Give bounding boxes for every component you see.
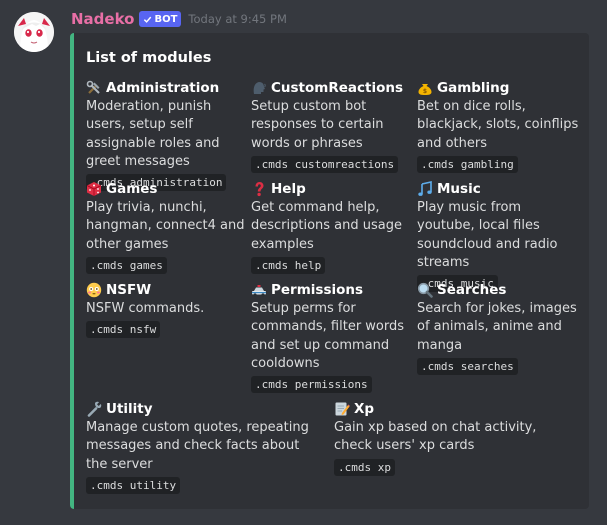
field-name: Searches [437, 282, 507, 298]
field-command: .cmds customreactions [251, 155, 399, 173]
music-notes-icon [418, 181, 432, 196]
field-name: NSFW [106, 282, 152, 298]
field-name: Permissions [271, 282, 364, 298]
field-description: Gain xp based on chat activity, check us… [334, 420, 537, 454]
field-utility: Utility Manage custom quotes, repeating … [86, 399, 314, 494]
avatar[interactable] [14, 12, 54, 52]
username[interactable]: Nadeko [71, 10, 134, 28]
field-description: Setup perms for commands, filter words a… [251, 301, 405, 371]
field-administration: Administration Moderation, punish users,… [86, 78, 246, 192]
field-command: .cmds nsfw [86, 321, 161, 339]
field-command: .cmds gambling [417, 155, 518, 173]
memo-icon [335, 402, 350, 416]
field-permissions: Permissions Setup perms for commands, fi… [251, 280, 411, 394]
checkmark-icon [144, 16, 152, 23]
field-music: Music Play music from youtube, local fil… [417, 179, 582, 293]
field-help: Help Get command help, descriptions and … [251, 179, 411, 274]
field-games: Games Play trivia, nunchi, hangman, conn… [86, 179, 246, 274]
field-description: Search for jokes, images of animals, ani… [417, 301, 577, 353]
timestamp: Today at 9:45 PM [188, 12, 287, 26]
avatar-image [14, 12, 54, 52]
wrench-icon [87, 401, 102, 417]
field-name: CustomReactions [271, 80, 404, 96]
message-header: Nadeko BOT Today at 9:45 PM [71, 9, 287, 29]
field-name: Utility [106, 401, 153, 417]
field-description: Moderation, punish users, setup self ass… [86, 99, 220, 169]
bot-badge: BOT [139, 11, 182, 27]
field-command: .cmds xp [334, 458, 395, 476]
bot-badge-label: BOT [154, 13, 178, 25]
police-car-icon [252, 285, 266, 297]
field-command: .cmds help [251, 256, 326, 274]
field-command: .cmds searches [417, 357, 518, 375]
field-name: Xp [354, 401, 375, 417]
game-die-icon [86, 182, 102, 196]
embed: List of modules Administration Moderatio… [70, 33, 589, 509]
field-description: Play music from youtube, local files sou… [417, 200, 558, 270]
field-description: Bet on dice rolls, blackjack, slots, coi… [417, 99, 579, 151]
svg-text:$: $ [423, 88, 427, 95]
field-name: Gambling [437, 80, 510, 96]
field-description: Play trivia, nunchi, hangman, connect4 a… [86, 200, 245, 252]
field-description: Manage custom quotes, repeating messages… [86, 420, 309, 472]
field-command: .cmds permissions [251, 376, 372, 394]
field-name: Administration [106, 80, 220, 96]
field-xp: Xp Gain xp based on chat activity, check… [334, 399, 564, 476]
field-description: Setup custom bot responses to certain wo… [251, 99, 384, 151]
field-description: NSFW commands. [86, 301, 205, 316]
field-nsfw: NSFW NSFW commands. .cmds nsfw [86, 280, 246, 339]
field-name: Help [271, 181, 306, 197]
field-customreactions: CustomReactions Setup custom bot respons… [251, 78, 411, 173]
hammer-and-wrench-icon [86, 80, 100, 94]
field-command: .cmds utility [86, 476, 181, 494]
embed-title: List of modules [86, 50, 212, 66]
flushed-face-icon [86, 282, 102, 298]
money-bag-icon: $ [418, 84, 432, 95]
field-name: Games [106, 181, 158, 197]
field-searches: Searches Search for jokes, images of ani… [417, 280, 582, 375]
field-command: .cmds games [86, 256, 167, 274]
question-mark-icon [255, 182, 264, 197]
field-name: Music [437, 181, 481, 197]
field-gambling: $ Gambling Bet on dice rolls, blackjack,… [417, 78, 582, 173]
field-description: Get command help, descriptions and usage… [251, 200, 403, 252]
magnifying-glass-icon [417, 282, 433, 298]
speaking-head-icon [253, 82, 266, 94]
